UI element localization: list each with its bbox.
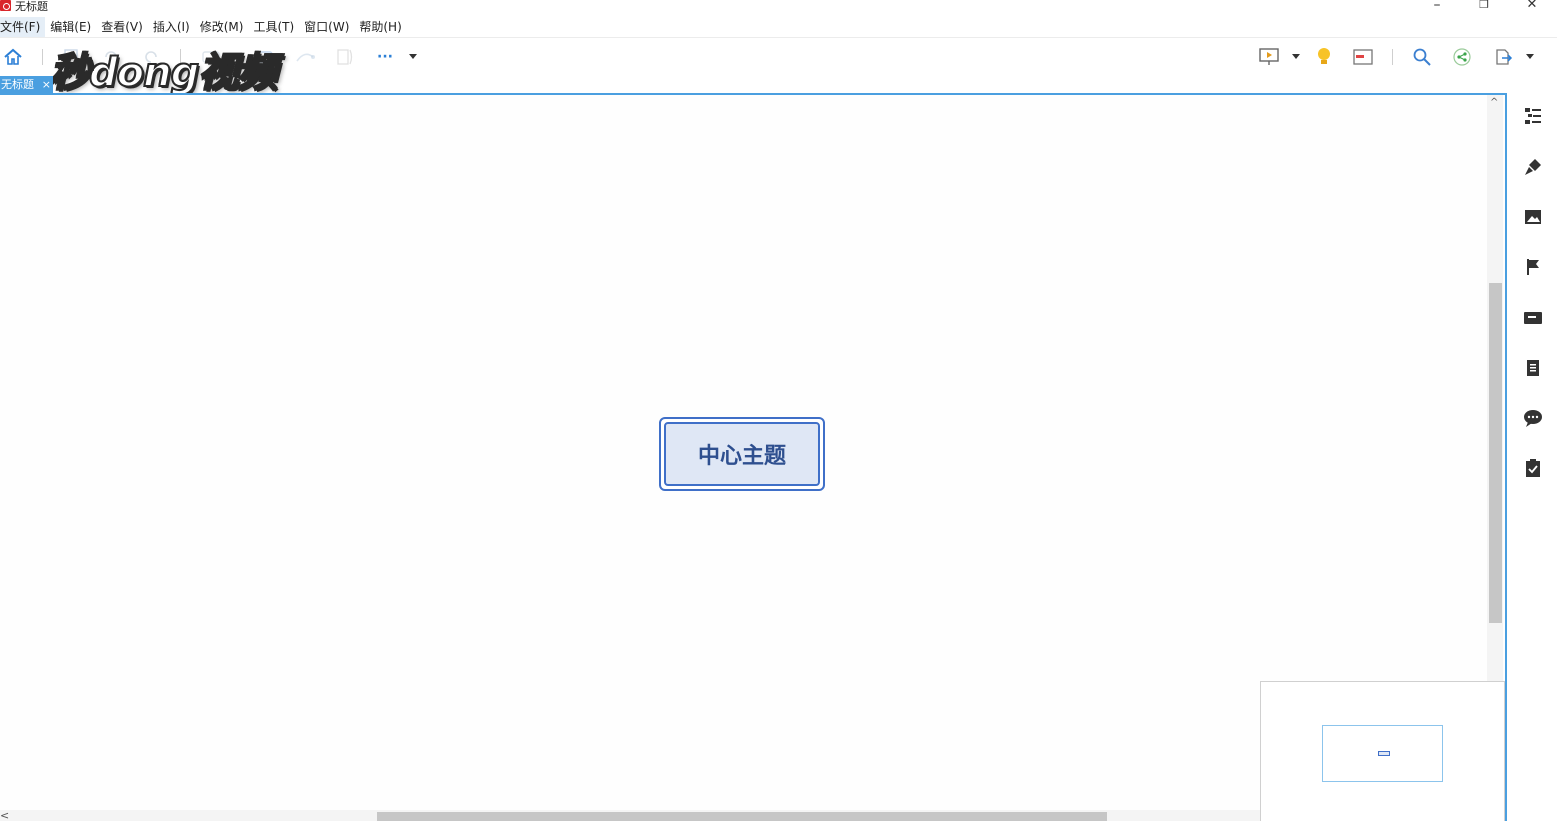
relationship-icon[interactable] (294, 46, 316, 68)
menu-view[interactable]: 查看(V) (96, 17, 148, 37)
menu-help[interactable]: 帮助(H) (354, 17, 406, 37)
minimap-viewport[interactable] (1322, 725, 1443, 782)
format-brush-icon[interactable] (1522, 156, 1544, 178)
close-window-button[interactable]: ✕ (1517, 0, 1547, 14)
outline-icon[interactable] (1522, 105, 1544, 127)
mindmap-canvas[interactable]: 中心主题 ^ < (0, 93, 1507, 821)
horizontal-scrollbar[interactable]: < (0, 809, 1260, 821)
menu-tools[interactable]: 工具(T) (248, 17, 299, 37)
central-topic[interactable]: 中心主题 (659, 417, 825, 491)
menu-edit[interactable]: 编辑(E) (45, 17, 96, 37)
brainstorm-icon[interactable] (1313, 46, 1335, 68)
window-title: 无标题 (15, 0, 48, 13)
notes-icon[interactable] (1522, 357, 1544, 379)
marker-flag-icon[interactable] (1522, 256, 1544, 278)
presentation-icon[interactable] (1258, 46, 1280, 68)
menu-bar: 文件(F) 编辑(E) 查看(V) 插入(I) 修改(M) 工具(T) 窗口(W… (0, 16, 1557, 38)
tab-label: 无标题 (1, 78, 34, 91)
minimap-central-topic (1378, 751, 1390, 756)
label-icon[interactable] (1522, 307, 1544, 329)
title-bar: 无标题 – ❐ ✕ (0, 0, 1557, 15)
share-icon[interactable] (1451, 46, 1473, 68)
horizontal-scroll-thumb[interactable] (377, 812, 1107, 821)
menu-window[interactable]: 窗口(W) (299, 17, 354, 37)
comments-icon[interactable] (1522, 407, 1544, 429)
toolbar-separator (1392, 49, 1393, 65)
image-icon[interactable] (1522, 206, 1544, 228)
overview-minimap[interactable] (1260, 681, 1505, 821)
summary-icon[interactable] (334, 46, 356, 68)
more-icon[interactable]: ··· (374, 46, 396, 68)
vertical-scroll-thumb[interactable] (1489, 283, 1502, 623)
right-sidebar (1509, 93, 1557, 821)
menu-insert[interactable]: 插入(I) (148, 17, 195, 37)
export-icon[interactable] (1492, 46, 1514, 68)
menu-file[interactable]: 文件(F) (0, 16, 46, 37)
tab-untitled[interactable]: 无标题 × (0, 76, 53, 93)
central-topic-box: 中心主题 (664, 422, 820, 486)
task-icon[interactable] (1522, 457, 1544, 479)
minimize-button[interactable]: – (1422, 0, 1452, 14)
search-icon[interactable] (1411, 46, 1433, 68)
restore-button[interactable]: ❐ (1469, 0, 1499, 14)
gantt-icon[interactable] (1352, 46, 1374, 68)
close-tab-icon[interactable]: × (42, 76, 51, 93)
app-logo-icon (0, 0, 11, 11)
menu-modify[interactable]: 修改(M) (195, 17, 249, 37)
scroll-up-icon[interactable]: ^ (1490, 98, 1498, 108)
home-icon[interactable] (2, 46, 24, 68)
more-dropdown-icon[interactable] (409, 54, 417, 59)
export-dropdown-icon[interactable] (1526, 54, 1534, 59)
presentation-dropdown-icon[interactable] (1292, 54, 1300, 59)
scroll-left-icon[interactable]: < (0, 809, 9, 821)
toolbar-separator (42, 49, 43, 65)
central-topic-label: 中心主题 (697, 444, 786, 469)
